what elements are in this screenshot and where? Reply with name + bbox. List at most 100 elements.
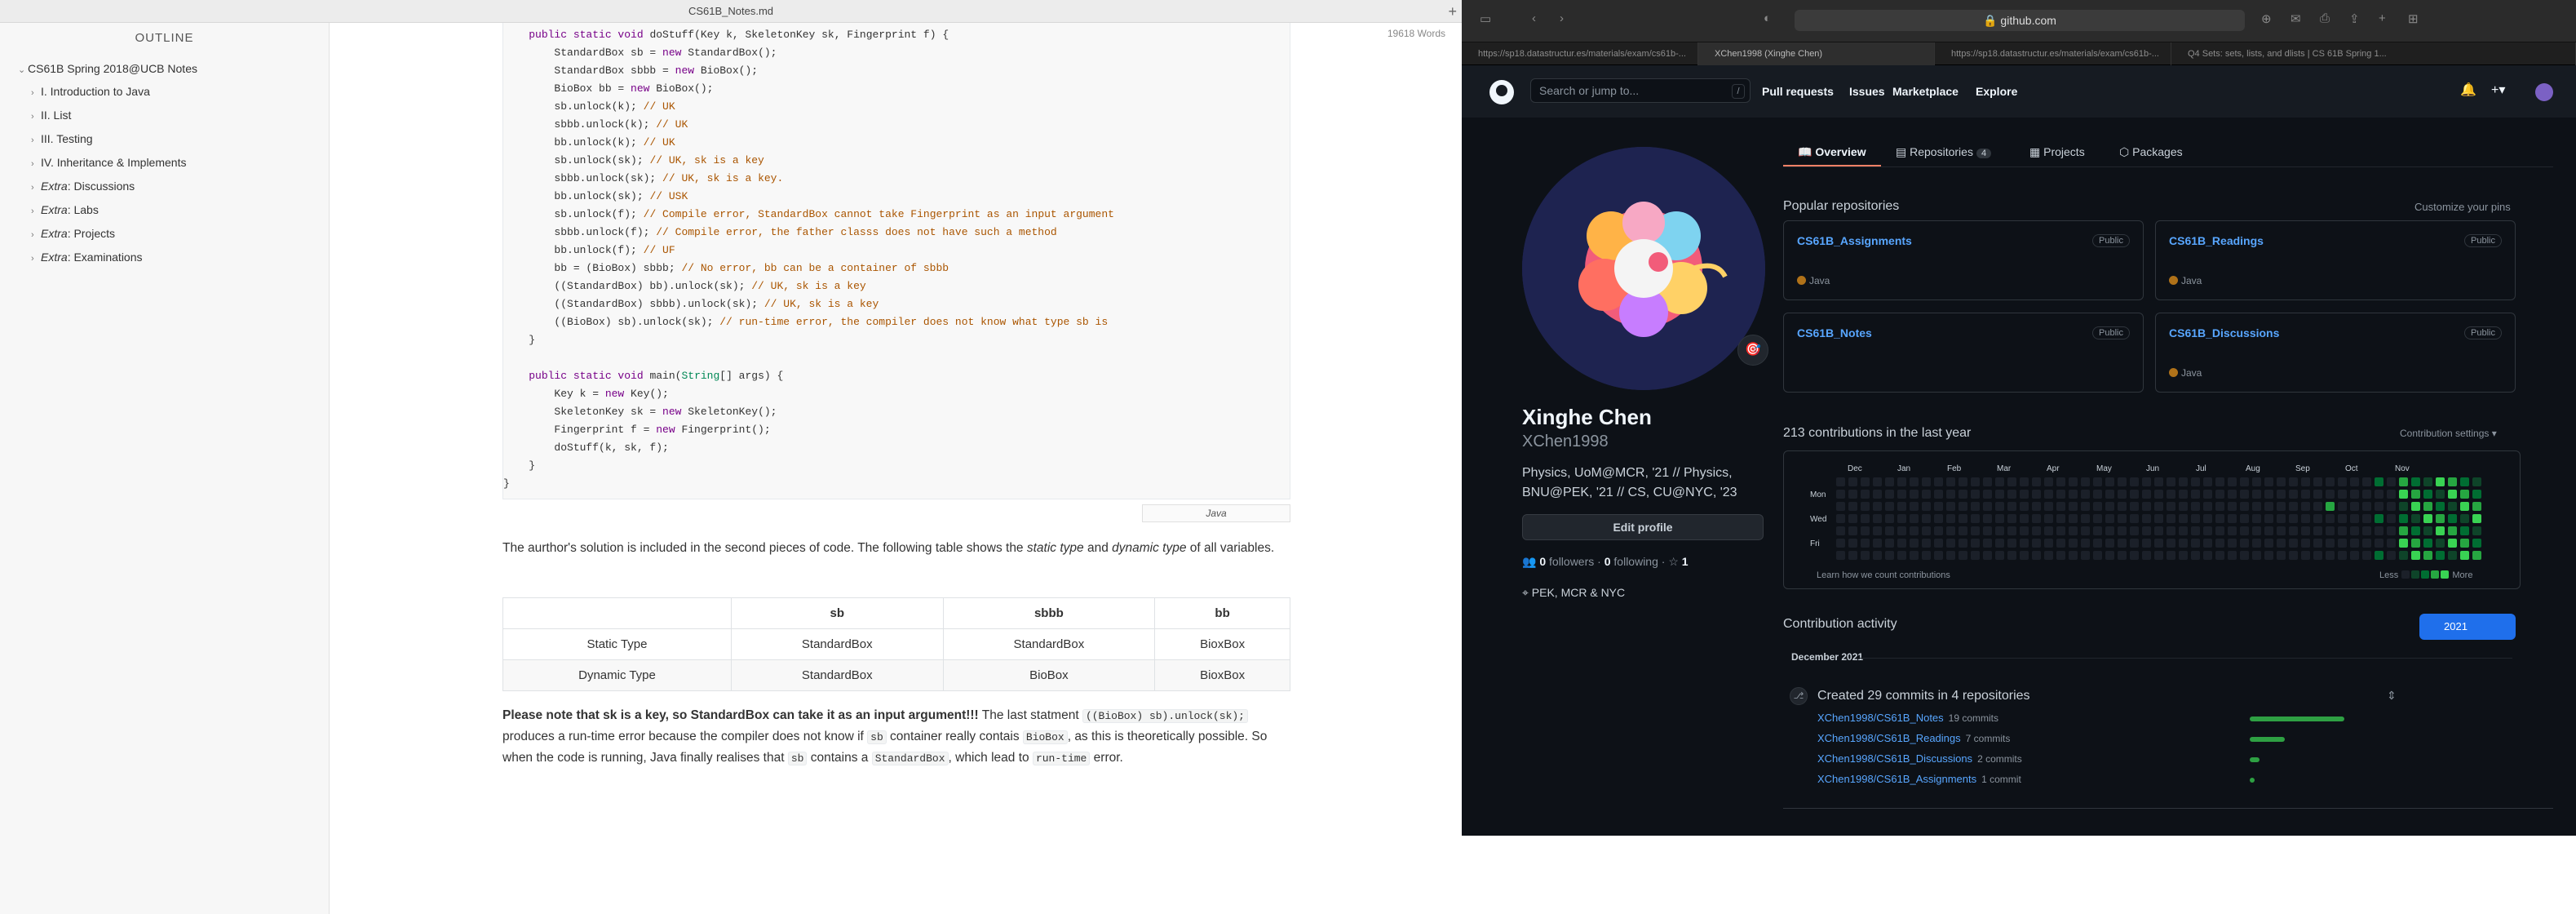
contribution-day[interactable]: [2020, 502, 2029, 511]
contribution-day[interactable]: [2375, 490, 2383, 499]
contribution-day[interactable]: [2375, 514, 2383, 523]
browser-tab[interactable]: XChen1998 (Xinghe Chen): [1698, 42, 1935, 65]
contribution-day[interactable]: [2460, 477, 2469, 486]
contribution-day[interactable]: [1995, 526, 2004, 535]
contribution-day[interactable]: [1836, 539, 1845, 548]
contribution-day[interactable]: [2118, 539, 2127, 548]
contribution-day[interactable]: [2081, 502, 2090, 511]
contribution-day[interactable]: [1861, 539, 1870, 548]
contribution-day[interactable]: [2460, 514, 2469, 523]
commit-count[interactable]: 2 commits: [1977, 753, 2022, 765]
bell-icon[interactable]: 🔔: [2460, 82, 2476, 98]
contribution-day[interactable]: [2069, 514, 2078, 523]
contribution-day[interactable]: [1873, 490, 1882, 499]
contribution-day[interactable]: [2069, 539, 2078, 548]
contribution-day[interactable]: [2179, 514, 2188, 523]
chevron-right-icon[interactable]: ›: [31, 135, 41, 145]
contribution-day[interactable]: [2191, 514, 2200, 523]
nav-pull-requests[interactable]: Pull requests: [1762, 85, 1834, 98]
url-bar[interactable]: 🔒 github.com: [1795, 10, 2245, 31]
code-block[interactable]: public static void doStuff(Key k, Skelet…: [502, 23, 1290, 499]
contribution-day[interactable]: [2375, 502, 2383, 511]
outline-item[interactable]: › Extra: Labs: [31, 203, 99, 216]
contribution-day[interactable]: [2436, 526, 2445, 535]
contribution-day[interactable]: [2130, 490, 2139, 499]
contribution-day[interactable]: [2228, 477, 2237, 486]
contribution-day[interactable]: [2289, 539, 2298, 548]
contribution-day[interactable]: [2472, 502, 2481, 511]
contribution-day[interactable]: [2460, 539, 2469, 548]
contribution-day[interactable]: [2423, 502, 2432, 511]
contribution-day[interactable]: [1910, 490, 1919, 499]
commit-count[interactable]: 19 commits: [1949, 712, 1998, 724]
contribution-day[interactable]: [1885, 490, 1894, 499]
contribution-day[interactable]: [2362, 477, 2371, 486]
contribution-day[interactable]: [2167, 539, 2175, 548]
contribution-day[interactable]: [2362, 514, 2371, 523]
contribution-day[interactable]: [2301, 539, 2310, 548]
contribution-day[interactable]: [2056, 502, 2065, 511]
contribution-day[interactable]: [2093, 526, 2102, 535]
tab-repositories[interactable]: ▤ Repositories 4: [1896, 145, 1992, 159]
contribution-day[interactable]: [2338, 526, 2347, 535]
contribution-day[interactable]: [2056, 551, 2065, 560]
contribution-day[interactable]: [2423, 490, 2432, 499]
outline-item[interactable]: › IV. Inheritance & Implements: [31, 156, 186, 169]
contribution-day[interactable]: [1885, 526, 1894, 535]
contribution-day[interactable]: [2252, 514, 2261, 523]
contribution-day[interactable]: [1910, 477, 1919, 486]
contribution-day[interactable]: [1848, 551, 1857, 560]
contribution-day[interactable]: [2203, 490, 2212, 499]
contribution-day[interactable]: [2362, 502, 2371, 511]
download-icon[interactable]: ⊕: [2261, 11, 2272, 26]
contribution-day[interactable]: [2215, 551, 2224, 560]
contribution-day[interactable]: [2203, 526, 2212, 535]
contribution-day[interactable]: [1995, 539, 2004, 548]
contribution-day[interactable]: [2130, 539, 2139, 548]
contribution-day[interactable]: [2277, 477, 2286, 486]
contribution-day[interactable]: [2105, 514, 2114, 523]
contribution-day[interactable]: [2387, 477, 2396, 486]
contribution-day[interactable]: [2362, 490, 2371, 499]
contribution-day[interactable]: [2044, 477, 2053, 486]
contribution-day[interactable]: [2228, 526, 2237, 535]
contribution-day[interactable]: [2338, 502, 2347, 511]
contribution-day[interactable]: [1946, 490, 1955, 499]
contribution-day[interactable]: [1934, 502, 1943, 511]
repo-link[interactable]: CS61B_Notes: [1797, 326, 1872, 339]
contribution-day[interactable]: [1995, 490, 2004, 499]
contribution-day[interactable]: [1934, 526, 1943, 535]
contribution-day[interactable]: [1983, 477, 1992, 486]
contribution-day[interactable]: [2301, 526, 2310, 535]
contribution-day[interactable]: [1885, 551, 1894, 560]
contribution-day[interactable]: [2020, 514, 2029, 523]
nav-explore[interactable]: Explore: [1976, 85, 2017, 98]
contribution-day[interactable]: [2301, 477, 2310, 486]
contribution-day[interactable]: [2167, 514, 2175, 523]
repo-link[interactable]: CS61B_Readings: [2169, 234, 2264, 247]
contribution-day[interactable]: [2350, 551, 2359, 560]
contribution-day[interactable]: [2081, 514, 2090, 523]
contribution-day[interactable]: [2007, 490, 2016, 499]
contribution-settings-dropdown[interactable]: Contribution settings ▾: [2400, 428, 2497, 439]
contribution-day[interactable]: [2277, 551, 2286, 560]
contribution-day[interactable]: [2142, 490, 2151, 499]
contribution-day[interactable]: [2326, 502, 2335, 511]
contribution-day[interactable]: [2240, 490, 2249, 499]
contribution-day[interactable]: [1946, 477, 1955, 486]
contribution-day[interactable]: [1946, 539, 1955, 548]
contribution-day[interactable]: [2301, 551, 2310, 560]
contribution-day[interactable]: [2448, 551, 2457, 560]
contribution-day[interactable]: [2228, 502, 2237, 511]
contribution-day[interactable]: [2007, 526, 2016, 535]
contribution-day[interactable]: [2215, 526, 2224, 535]
contribution-day[interactable]: [2350, 502, 2359, 511]
contribution-day[interactable]: [2448, 514, 2457, 523]
contribution-day[interactable]: [2448, 539, 2457, 548]
edit-profile-button[interactable]: Edit profile: [1522, 514, 1764, 540]
contribution-day[interactable]: [2240, 539, 2249, 548]
contribution-day[interactable]: [2387, 514, 2396, 523]
contribution-day[interactable]: [1910, 539, 1919, 548]
contribution-day[interactable]: [2130, 551, 2139, 560]
contribution-day[interactable]: [2020, 551, 2029, 560]
